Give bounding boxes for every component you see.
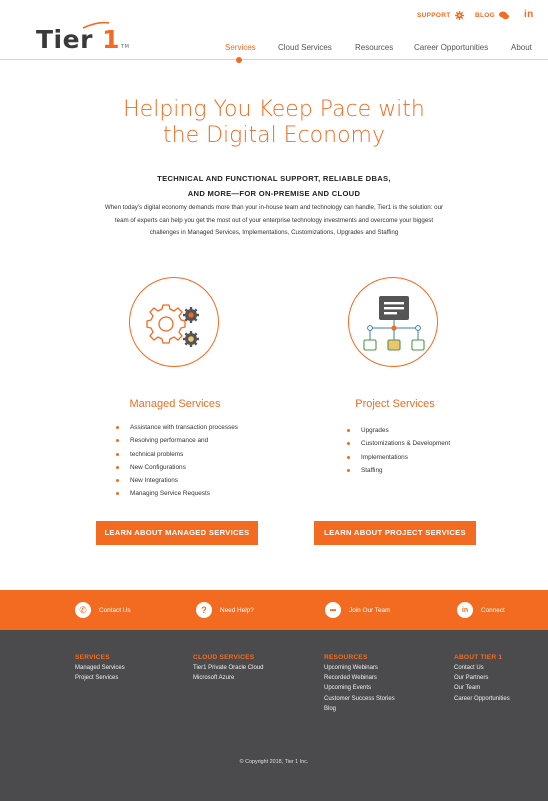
list-item: Implementations (343, 451, 450, 464)
active-nav-indicator (236, 57, 242, 63)
footer-link[interactable]: Our Team (454, 683, 510, 693)
project-services-illustration (348, 277, 438, 367)
band-label: Join Our Team (349, 606, 391, 614)
band-join-our-team[interactable]: ▬ Join Our Team (325, 602, 390, 618)
footer-link[interactable]: Upcoming Events (324, 683, 395, 693)
project-services-title: Project Services (355, 398, 435, 410)
footer-link[interactable]: Customer Success Stories (324, 694, 395, 704)
hero-title-line-2: the Digital Economy (163, 123, 385, 148)
hero-title: Helping You Keep Pace with the Digital E… (0, 97, 548, 149)
footer-link[interactable]: Managed Services (75, 663, 125, 673)
list-item: New Configurations (112, 461, 238, 474)
list-item: Customizations & Development (343, 437, 450, 450)
chat-icon (498, 11, 509, 20)
footer-link[interactable]: Contact Us (454, 663, 510, 673)
learn-managed-services-button[interactable]: LEARN ABOUT MANAGED SERVICES (96, 521, 258, 545)
briefcase-icon: ▬ (325, 602, 341, 618)
footer-column-cloud-services: CLOUD SERVICES Tier1 Private Oracle Clou… (193, 653, 263, 683)
footer-link[interactable]: Our Partners (454, 673, 510, 683)
footer-column-resources: RESOURCES Upcoming Webinars Recorded Web… (324, 653, 395, 714)
site-header: Tier 1TM SUPPORT BLOG in Services Cloud … (0, 0, 548, 60)
band-label: Contact Us (99, 606, 131, 614)
learn-project-services-button[interactable]: LEARN ABOUT PROJECT SERVICES (314, 521, 476, 545)
gears-icon (146, 304, 199, 347)
footer-link[interactable]: Project Services (75, 673, 125, 683)
footer-heading: RESOURCES (324, 654, 368, 661)
nav-services[interactable]: Services (225, 43, 256, 52)
hierarchy-icon (363, 296, 425, 351)
list-item: Assistance with transaction processes (112, 421, 238, 434)
footer-heading: CLOUD SERVICES (193, 654, 255, 661)
linkedin-icon: in (457, 602, 473, 618)
phone-icon: ✆ (75, 602, 91, 618)
nav-resources[interactable]: Resources (355, 43, 393, 52)
footer-column-about: ABOUT TIER 1 Contact Us Our Partners Our… (454, 653, 510, 704)
logo-trademark: TM (121, 44, 130, 50)
gear-icon (454, 11, 464, 20)
intro-line-3: challenges in Managed Services, Implemen… (149, 229, 399, 236)
list-item-continued: technical problems (112, 448, 238, 461)
copyright-text: © Copyright 2018, Tier 1 Inc. (239, 759, 309, 765)
logo-number: 1 (102, 25, 121, 54)
list-item: Resolving performance and (112, 434, 238, 447)
intro-paragraph: When today's digital economy demands mor… (74, 202, 474, 240)
band-label: Need Help? (220, 606, 254, 614)
managed-services-illustration (129, 277, 219, 367)
nav-career-opportunities[interactable]: Career Opportunities (414, 43, 488, 52)
question-icon: ? (196, 602, 212, 618)
support-label: SUPPORT (417, 12, 451, 19)
subhead-line-1: TECHNICAL AND FUNCTIONAL SUPPORT, RELIAB… (157, 174, 391, 183)
list-item: Upgrades (343, 424, 450, 437)
site-footer: SERVICES Managed Services Project Servic… (0, 630, 548, 801)
footer-link[interactable]: Microsoft Azure (193, 673, 263, 683)
linkedin-label: in (524, 9, 534, 20)
blog-link[interactable]: BLOG (475, 11, 509, 20)
footer-link[interactable]: Blog (324, 704, 395, 714)
footer-heading: SERVICES (75, 654, 110, 661)
linkedin-icon[interactable]: in (524, 9, 534, 20)
footer-link[interactable]: Upcoming Webinars (324, 663, 395, 673)
intro-line-2: team of experts can help you get the mos… (114, 216, 434, 224)
list-item: Managing Service Requests (112, 487, 238, 500)
intro-line-1: When today's digital economy demands mor… (104, 204, 444, 211)
hero-title-line-1: Helping You Keep Pace with (123, 97, 425, 122)
band-need-help[interactable]: ? Need Help? (196, 602, 254, 618)
managed-services-title: Managed Services (129, 398, 221, 410)
band-connect[interactable]: in Connect (457, 602, 505, 618)
list-item: Staffing (343, 464, 450, 477)
project-services-list: Upgrades Customizations & Development Im… (343, 424, 450, 477)
list-item: New Integrations (112, 474, 238, 487)
nav-about[interactable]: About (511, 43, 532, 52)
footer-heading: ABOUT TIER 1 (454, 654, 503, 661)
support-link[interactable]: SUPPORT (417, 11, 464, 20)
logo-text: Tier (36, 25, 93, 54)
blog-label: BLOG (475, 12, 495, 19)
footer-link[interactable]: Tier1 Private Oracle Cloud (193, 663, 263, 673)
band-contact-us[interactable]: ✆ Contact Us (75, 602, 131, 618)
footer-link[interactable]: Career Opportunities (454, 694, 510, 704)
logo[interactable]: Tier 1TM (36, 25, 129, 54)
footer-link[interactable]: Recorded Webinars (324, 673, 395, 683)
hero-subhead: TECHNICAL AND FUNCTIONAL SUPPORT, RELIAB… (0, 171, 548, 201)
subhead-line-2: AND MORE—FOR ON-PREMISE AND CLOUD (187, 189, 361, 198)
band-label: Connect (481, 606, 505, 614)
contact-band: ✆ Contact Us ? Need Help? ▬ Join Our Tea… (0, 590, 548, 630)
nav-cloud-services[interactable]: Cloud Services (278, 43, 332, 52)
managed-services-list: Assistance with transaction processes Re… (112, 421, 238, 501)
footer-column-services: SERVICES Managed Services Project Servic… (75, 653, 125, 683)
